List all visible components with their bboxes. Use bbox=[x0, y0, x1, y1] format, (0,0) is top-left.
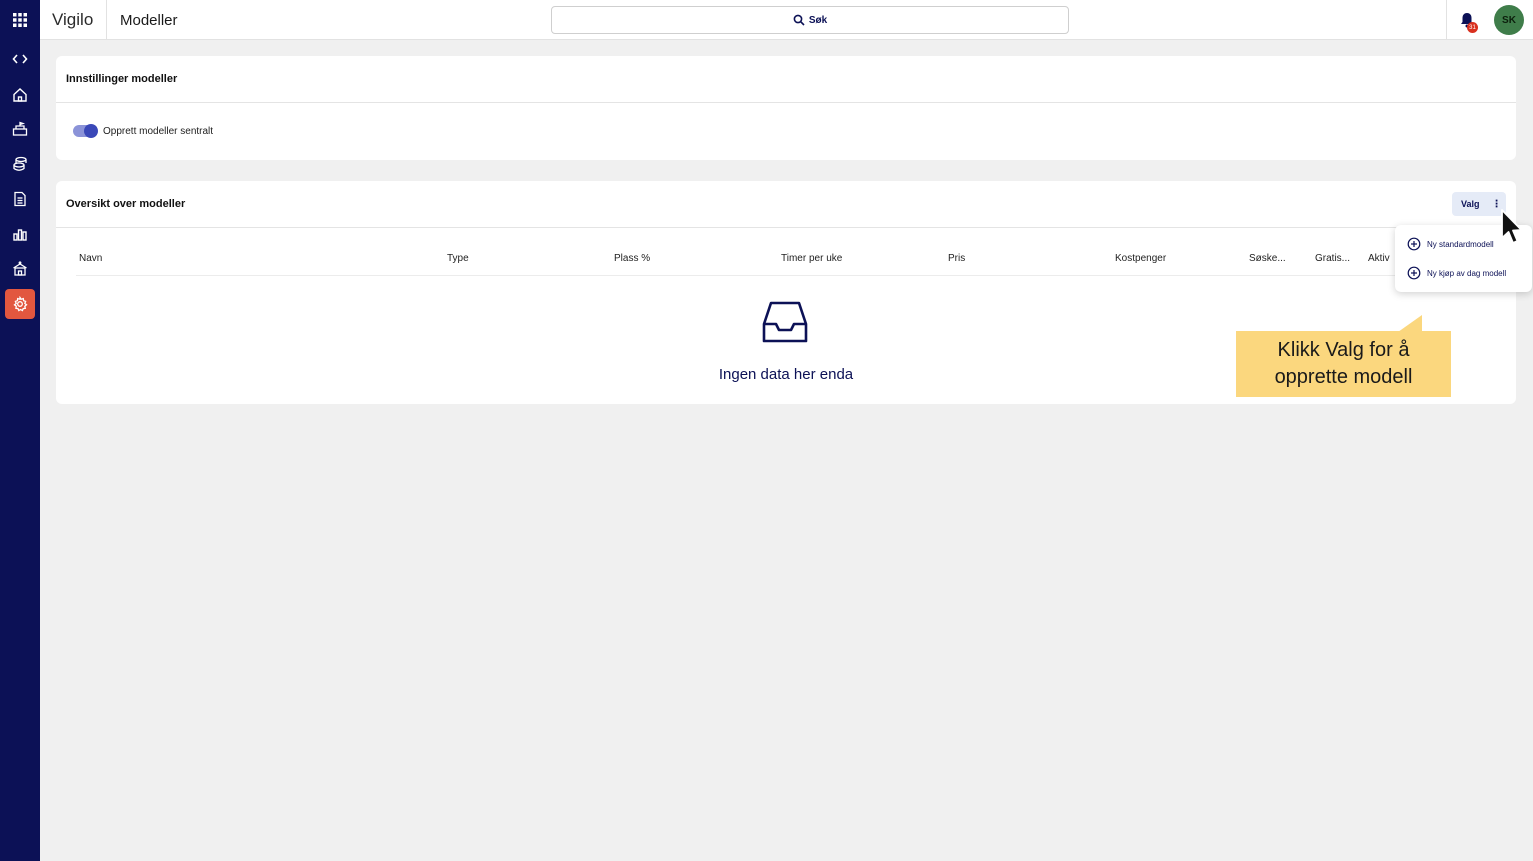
sidebar-item-finance[interactable] bbox=[5, 149, 35, 179]
sidebar bbox=[0, 0, 40, 861]
column-header-kostpenger[interactable]: Kostpenger bbox=[1115, 253, 1166, 264]
plus-circle-icon bbox=[1407, 266, 1421, 280]
mouse-cursor-icon bbox=[1501, 209, 1523, 244]
sidebar-item-documents[interactable] bbox=[5, 184, 35, 214]
header-divider bbox=[1446, 0, 1447, 40]
column-header-timer[interactable]: Timer per uke bbox=[781, 253, 842, 264]
building-icon bbox=[13, 261, 27, 276]
document-icon bbox=[14, 191, 26, 207]
search-input[interactable]: Søk bbox=[551, 6, 1069, 34]
divider bbox=[56, 102, 1516, 103]
sidebar-item-school[interactable] bbox=[5, 114, 35, 144]
sidebar-item-institution[interactable] bbox=[5, 254, 35, 284]
inbox-icon bbox=[762, 301, 808, 343]
header-divider bbox=[106, 0, 107, 40]
sidebar-item-reports[interactable] bbox=[5, 219, 35, 249]
sidebar-toggle-button[interactable] bbox=[5, 44, 35, 74]
school-icon bbox=[12, 121, 28, 136]
notification-badge: 31 bbox=[1467, 22, 1478, 33]
central-models-toggle[interactable] bbox=[73, 124, 98, 138]
column-header-plass[interactable]: Plass % bbox=[614, 253, 650, 264]
menu-item-label: Ny kjøp av dag modell bbox=[1427, 268, 1507, 278]
column-header-soskenmoderasjon[interactable]: Søske... bbox=[1249, 253, 1286, 264]
grid-icon bbox=[13, 13, 27, 27]
menu-item-label: Ny standardmodell bbox=[1427, 239, 1494, 249]
column-header-navn[interactable]: Navn bbox=[79, 253, 102, 264]
menu-item-new-standard-model[interactable]: Ny standardmodell bbox=[1407, 235, 1494, 253]
search-label: Søk bbox=[808, 14, 828, 26]
bar-chart-icon bbox=[13, 229, 27, 241]
page-title: Modeller bbox=[120, 12, 178, 29]
code-toggle-icon bbox=[12, 54, 28, 64]
valg-button[interactable]: Valg ⋮ bbox=[1452, 192, 1506, 216]
avatar[interactable]: SK bbox=[1494, 5, 1524, 35]
settings-card-title: Innstillinger modeller bbox=[66, 73, 178, 85]
home-icon bbox=[13, 88, 27, 102]
valg-label: Valg bbox=[1461, 199, 1480, 209]
settings-card: Innstillinger modeller Opprett modeller … bbox=[56, 56, 1516, 160]
overview-card-title: Oversikt over modeller bbox=[66, 198, 186, 210]
sidebar-item-settings[interactable] bbox=[5, 289, 35, 319]
search-icon bbox=[793, 14, 805, 26]
sidebar-item-home[interactable] bbox=[5, 80, 35, 110]
column-header-aktiv[interactable]: Aktiv bbox=[1368, 253, 1390, 264]
column-header-pris[interactable]: Pris bbox=[948, 253, 965, 264]
plus-circle-icon bbox=[1407, 237, 1421, 251]
menu-item-new-day-purchase-model[interactable]: Ny kjøp av dag modell bbox=[1407, 264, 1506, 282]
top-bar: Vigilo Modeller Søk 31 SK bbox=[40, 0, 1533, 40]
empty-state-text: Ingen data her enda bbox=[718, 366, 854, 383]
column-header-type[interactable]: Type bbox=[447, 253, 469, 264]
toggle-label: Opprett modeller sentralt bbox=[103, 126, 214, 137]
divider bbox=[56, 227, 1516, 228]
tutorial-callout: Klikk Valg for å opprette modell bbox=[1236, 331, 1451, 397]
table-header-divider bbox=[76, 275, 1396, 276]
gear-icon bbox=[13, 296, 28, 312]
coins-icon bbox=[13, 156, 27, 171]
toggle-knob bbox=[84, 124, 98, 138]
apps-grid-button[interactable] bbox=[5, 5, 35, 35]
column-header-gratis[interactable]: Gratis... bbox=[1315, 253, 1350, 264]
brand-logo[interactable]: Vigilo bbox=[52, 10, 93, 30]
